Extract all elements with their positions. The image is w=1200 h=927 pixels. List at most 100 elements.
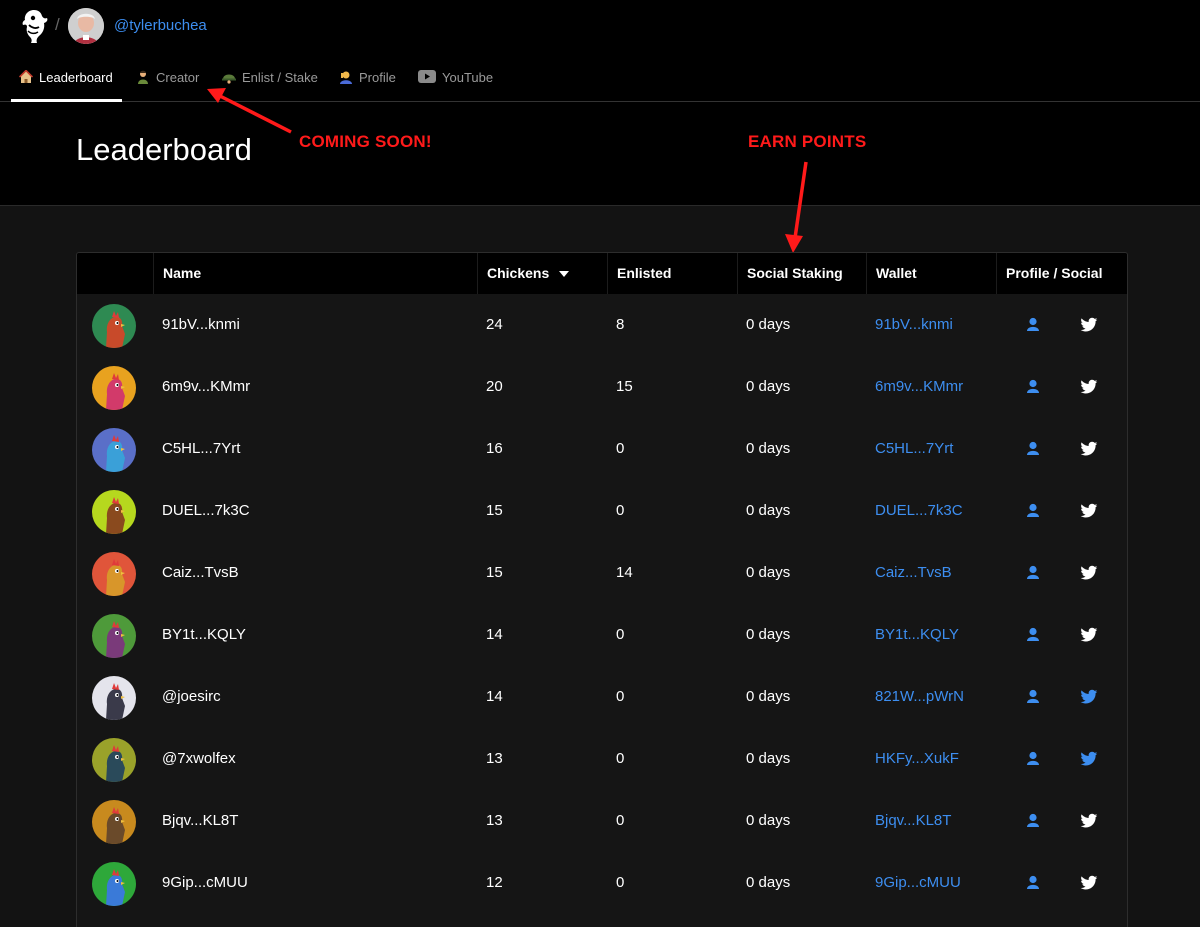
leaderboard-table: Name Chickens Enlisted Social Staking Wa… — [76, 252, 1128, 927]
column-header-social-staking[interactable]: Social Staking — [737, 253, 866, 294]
column-header-wallet[interactable]: Wallet — [866, 253, 996, 294]
sort-down-icon — [559, 271, 570, 278]
wallet-link[interactable]: 821W...pWrN — [875, 666, 964, 728]
user-avatar[interactable] — [68, 8, 104, 44]
profile-icon[interactable] — [1024, 316, 1042, 334]
profile-icon[interactable] — [1024, 440, 1042, 458]
table-row[interactable]: 91bV...knmi 24 8 0 days 91bV...knmi — [77, 294, 1127, 356]
twitter-icon[interactable] — [1080, 564, 1098, 582]
chicken-avatar[interactable] — [92, 428, 136, 472]
player-name: C5HL...7Yrt — [162, 440, 241, 457]
column-header-enlisted[interactable]: Enlisted — [607, 253, 737, 294]
enlisted-count: 0 — [616, 874, 625, 891]
table-row[interactable]: DUEL...7k3C 15 0 0 days DUEL...7k3C — [77, 480, 1127, 542]
wallet-link[interactable]: BY1t...KQLY — [875, 604, 959, 666]
column-header-profile-social: Profile / Social — [996, 253, 1127, 294]
top-header: / @tylerbuchea Leaderboard Creator Enlis… — [0, 0, 1200, 206]
tab-label: Creator — [156, 70, 200, 85]
wallet-link[interactable]: Bjqv...KL8T — [875, 790, 951, 852]
player-name: 9Gip...cMUU — [162, 874, 248, 891]
column-header-chickens[interactable]: Chickens — [477, 253, 607, 294]
profile-icon[interactable] — [1024, 688, 1042, 706]
player-name: 91bV...knmi — [162, 316, 240, 333]
twitter-icon[interactable] — [1080, 812, 1098, 830]
social-staking-value: 0 days — [746, 378, 791, 395]
profile-icon[interactable] — [1024, 812, 1042, 830]
twitter-icon[interactable] — [1080, 874, 1098, 892]
chicken-avatar[interactable] — [92, 552, 136, 596]
tab-youtube[interactable]: YouTube — [418, 70, 493, 102]
chicken-avatar[interactable] — [92, 800, 136, 844]
profile-icon[interactable] — [1024, 378, 1042, 396]
twitter-icon[interactable] — [1080, 378, 1098, 396]
twitter-icon[interactable] — [1080, 440, 1098, 458]
profile-icon[interactable] — [1024, 750, 1042, 768]
enlisted-count: 0 — [616, 440, 625, 457]
wallet-link[interactable]: DUEL...7k3C — [875, 480, 963, 542]
twitter-icon[interactable] — [1080, 502, 1098, 520]
coming-soon-annotation: COMING SOON! — [299, 132, 432, 151]
active-tab-indicator — [11, 99, 122, 102]
tab-leaderboard[interactable]: Leaderboard — [18, 69, 113, 102]
table-row[interactable]: 9Gip...cMUU 12 0 0 days 9Gip...cMUU — [77, 852, 1127, 914]
enlisted-count: 0 — [616, 688, 625, 705]
profile-icon[interactable] — [1024, 626, 1042, 644]
social-staking-value: 0 days — [746, 812, 791, 829]
twitter-icon[interactable] — [1080, 316, 1098, 334]
profile-icon[interactable] — [1024, 502, 1042, 520]
enlisted-count: 0 — [616, 812, 625, 829]
chicken-avatar[interactable] — [92, 366, 136, 410]
house-icon — [18, 69, 34, 84]
social-staking-value: 0 days — [746, 502, 791, 519]
profile-icon[interactable] — [1024, 564, 1042, 582]
player-name: Bjqv...KL8T — [162, 812, 239, 829]
table-row[interactable]: 6m9v...KMmr 20 15 0 days 6m9v...KMmr — [77, 356, 1127, 418]
table-row[interactable]: BY1t...KQLY 14 0 0 days BY1t...KQLY — [77, 604, 1127, 666]
chicken-avatar[interactable] — [92, 490, 136, 534]
social-staking-value: 0 days — [746, 626, 791, 643]
player-name: 6m9v...KMmr — [162, 378, 251, 395]
chicken-logo-icon[interactable] — [20, 8, 50, 44]
username-link[interactable]: @tylerbuchea — [114, 17, 207, 34]
wallet-link[interactable]: 6m9v...KMmr — [875, 356, 963, 418]
table-row[interactable]: @joesirc 14 0 0 days 821W...pWrN — [77, 666, 1127, 728]
chickens-count: 13 — [486, 750, 503, 767]
table-row[interactable]: @7xwolfex 13 0 0 days HKFy...XukF — [77, 728, 1127, 790]
table-row[interactable]: Bjqv...KL8T 13 0 0 days Bjqv...KL8T — [77, 790, 1127, 852]
tab-enlist-stake[interactable]: Enlist / Stake — [222, 70, 318, 102]
tab-profile[interactable]: Profile — [339, 70, 396, 102]
table-row[interactable]: Caiz...TvsB 15 14 0 days Caiz...TvsB — [77, 542, 1127, 604]
player-name: BY1t...KQLY — [162, 626, 246, 643]
wallet-link[interactable]: C5HL...7Yrt — [875, 418, 953, 480]
wallet-link[interactable]: 91bV...knmi — [875, 294, 953, 356]
tab-label: Leaderboard — [39, 70, 113, 85]
social-staking-value: 0 days — [746, 688, 791, 705]
twitter-icon[interactable] — [1080, 750, 1098, 768]
chickens-count: 15 — [486, 564, 503, 581]
social-staking-value: 0 days — [746, 440, 791, 457]
breadcrumb-separator: / — [55, 15, 60, 34]
enlisted-count: 8 — [616, 316, 625, 333]
chicken-avatar[interactable] — [92, 862, 136, 906]
player-name: @7xwolfex — [162, 750, 236, 767]
column-header-name[interactable]: Name — [153, 253, 477, 294]
player-name: Caiz...TvsB — [162, 564, 239, 581]
table-row[interactable]: C5HL...7Yrt 16 0 0 days C5HL...7Yrt — [77, 418, 1127, 480]
chicken-avatar[interactable] — [92, 738, 136, 782]
chicken-avatar[interactable] — [92, 614, 136, 658]
tab-creator[interactable]: Creator — [136, 70, 199, 102]
chicken-avatar[interactable] — [92, 676, 136, 720]
column-header-avatar — [77, 253, 153, 294]
profile-icon[interactable] — [1024, 874, 1042, 892]
player-name: DUEL...7k3C — [162, 502, 250, 519]
wallet-link[interactable]: Caiz...TvsB — [875, 542, 952, 604]
wallet-link[interactable]: HKFy...XukF — [875, 728, 959, 790]
chickens-count: 14 — [486, 626, 503, 643]
player-name: @joesirc — [162, 688, 221, 705]
wallet-link[interactable]: 9Gip...cMUU — [875, 852, 961, 914]
twitter-icon[interactable] — [1080, 688, 1098, 706]
social-staking-value: 0 days — [746, 874, 791, 891]
twitter-icon[interactable] — [1080, 626, 1098, 644]
chicken-avatar[interactable] — [92, 304, 136, 348]
enlisted-count: 14 — [616, 564, 633, 581]
